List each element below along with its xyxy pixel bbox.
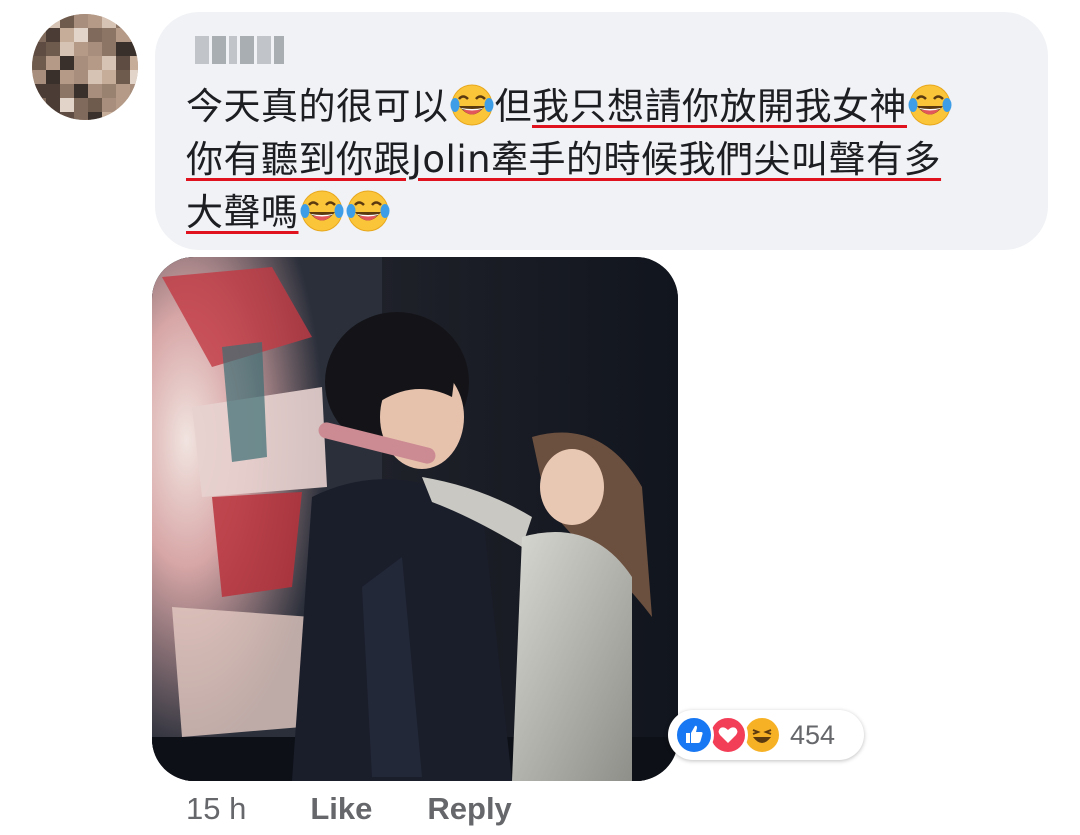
author-name-blur <box>240 36 254 64</box>
avatar-pixel <box>74 112 89 120</box>
reaction-count: 454 <box>790 719 836 750</box>
reactions-summary[interactable]: 454 <box>668 710 864 760</box>
avatar-pixel <box>32 56 47 71</box>
avatar-pixel <box>60 14 75 29</box>
avatar-pixel <box>74 84 89 99</box>
timestamp[interactable]: 15 h <box>186 791 246 827</box>
avatar[interactable] <box>32 14 138 120</box>
avatar-pixel <box>130 98 138 113</box>
underlined-text: 我只想請你放開我女神 <box>532 85 907 128</box>
author-name-blur <box>195 36 209 64</box>
avatar-pixel <box>116 112 131 120</box>
avatar-pixel <box>46 56 61 71</box>
avatar-pixel <box>130 14 138 29</box>
avatar-pixel <box>60 84 75 99</box>
avatar-pixel <box>46 28 61 43</box>
author-name-blur <box>257 36 271 64</box>
avatar-pixel <box>74 28 89 43</box>
avatar-pixel <box>88 56 103 71</box>
reply-button[interactable]: Reply <box>427 791 511 827</box>
avatar-pixel <box>32 112 47 120</box>
avatar-pixel <box>88 14 103 29</box>
haha-icon <box>742 715 782 755</box>
concert-photo-illustration <box>152 257 678 781</box>
comment-text-segment: 今天真的很可以 <box>186 85 449 128</box>
avatar-pixel <box>102 56 117 71</box>
like-icon <box>674 715 714 755</box>
avatar-pixel <box>102 28 117 43</box>
avatar-pixel <box>60 98 75 113</box>
avatar-pixel <box>74 98 89 113</box>
underlined-text: 大聲嗎 <box>186 191 299 234</box>
author-name-blur <box>274 36 284 64</box>
avatar-pixel <box>116 70 131 85</box>
comment-line: 大聲嗎 <box>186 186 1026 239</box>
avatar-pixel <box>88 98 103 113</box>
underlined-text: 你有聽到你跟Jolin牽手的時候我們尖叫聲有多 <box>186 138 942 181</box>
avatar-pixel <box>46 98 61 113</box>
avatar-pixel <box>88 84 103 99</box>
avatar-pixel <box>116 14 131 29</box>
like-button[interactable]: Like <box>310 791 372 827</box>
comment-actions: 15 h Like Reply <box>186 786 512 832</box>
avatar-pixel <box>116 84 131 99</box>
avatar-pixel <box>88 28 103 43</box>
avatar-pixel <box>32 28 47 43</box>
avatar-pixel <box>74 42 89 57</box>
laugh-cry-emoji-icon <box>346 189 390 233</box>
avatar-pixel <box>88 112 103 120</box>
avatar-pixel <box>130 84 138 99</box>
avatar-pixel <box>32 14 47 29</box>
avatar-pixel <box>130 28 138 43</box>
author-name-blur <box>229 36 237 64</box>
avatar-pixel <box>102 42 117 57</box>
comment-text: 今天真的很可以 但我只想請你放開我女神你有聽到你跟Jolin牽手的時候我們尖叫聲有… <box>186 80 1026 239</box>
avatar-pixel <box>46 70 61 85</box>
avatar-pixel <box>116 98 131 113</box>
love-icon <box>708 715 748 755</box>
avatar-pixel <box>88 70 103 85</box>
avatar-pixel <box>60 42 75 57</box>
avatar-pixel <box>32 42 47 57</box>
comment-text-segment: 但 <box>494 85 532 128</box>
avatar-pixel <box>102 14 117 29</box>
laugh-cry-emoji-icon <box>450 83 494 127</box>
avatar-pixel <box>74 70 89 85</box>
avatar-pixel <box>60 56 75 71</box>
avatar-pixel <box>130 42 138 57</box>
avatar-pixel <box>102 70 117 85</box>
comment-photo[interactable] <box>152 257 678 781</box>
avatar-pixel <box>102 98 117 113</box>
avatar-pixel <box>32 98 47 113</box>
author-name[interactable] <box>195 34 284 66</box>
avatar-pixel <box>32 84 47 99</box>
laugh-cry-emoji-icon <box>300 189 344 233</box>
comment-line: 你有聽到你跟Jolin牽手的時候我們尖叫聲有多 <box>186 133 1026 186</box>
avatar-pixel <box>60 112 75 120</box>
avatar-pixel <box>46 14 61 29</box>
avatar-pixel <box>130 56 138 71</box>
comment-line: 今天真的很可以 但我只想請你放開我女神 <box>186 80 1026 133</box>
avatar-pixel <box>60 28 75 43</box>
avatar-pixel <box>88 42 103 57</box>
avatar-pixel <box>46 42 61 57</box>
avatar-pixel <box>102 84 117 99</box>
avatar-pixel <box>130 112 138 120</box>
avatar-pixel <box>74 14 89 29</box>
avatar-pixel <box>46 84 61 99</box>
avatar-pixel <box>32 70 47 85</box>
avatar-pixel <box>116 56 131 71</box>
author-name-blur <box>212 36 226 64</box>
avatar-pixel <box>130 70 138 85</box>
comment-container: 今天真的很可以 但我只想請你放開我女神你有聽到你跟Jolin牽手的時候我們尖叫聲有… <box>0 0 1080 835</box>
laugh-cry-emoji-icon <box>908 83 952 127</box>
avatar-pixel <box>46 112 61 120</box>
avatar-pixel <box>60 70 75 85</box>
avatar-pixel <box>74 56 89 71</box>
avatar-pixel <box>116 42 131 57</box>
avatar-pixel <box>102 112 117 120</box>
avatar-pixel <box>116 28 131 43</box>
